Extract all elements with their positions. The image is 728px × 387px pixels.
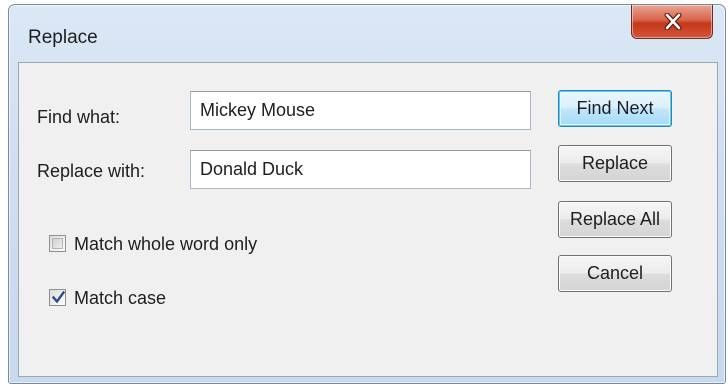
- close-icon: [664, 13, 682, 30]
- dialog-body: Find what: Mickey Mouse Replace with: Do…: [18, 62, 718, 377]
- find-what-label: Find what:: [37, 107, 121, 127]
- match-case-label[interactable]: Match case: [74, 288, 166, 309]
- checkmark-icon: [51, 290, 66, 304]
- replace-button[interactable]: Replace: [558, 145, 672, 182]
- cancel-button[interactable]: Cancel: [558, 255, 672, 292]
- replace-dialog: Replace Find what: Mickey Mouse Replace …: [8, 4, 726, 384]
- replace-with-input[interactable]: Donald Duck: [190, 150, 531, 189]
- replace-all-button[interactable]: Replace All: [558, 201, 672, 238]
- match-whole-word-label[interactable]: Match whole word only: [74, 234, 257, 255]
- close-button[interactable]: [631, 5, 713, 39]
- find-next-button[interactable]: Find Next: [558, 90, 672, 127]
- match-case-checkbox[interactable]: [49, 289, 66, 306]
- find-what-input[interactable]: Mickey Mouse: [190, 91, 531, 130]
- title-bar: Replace: [9, 5, 725, 61]
- replace-with-label: Replace with:: [37, 161, 146, 181]
- dialog-title: Replace: [28, 27, 98, 48]
- match-whole-word-checkbox[interactable]: [49, 235, 66, 252]
